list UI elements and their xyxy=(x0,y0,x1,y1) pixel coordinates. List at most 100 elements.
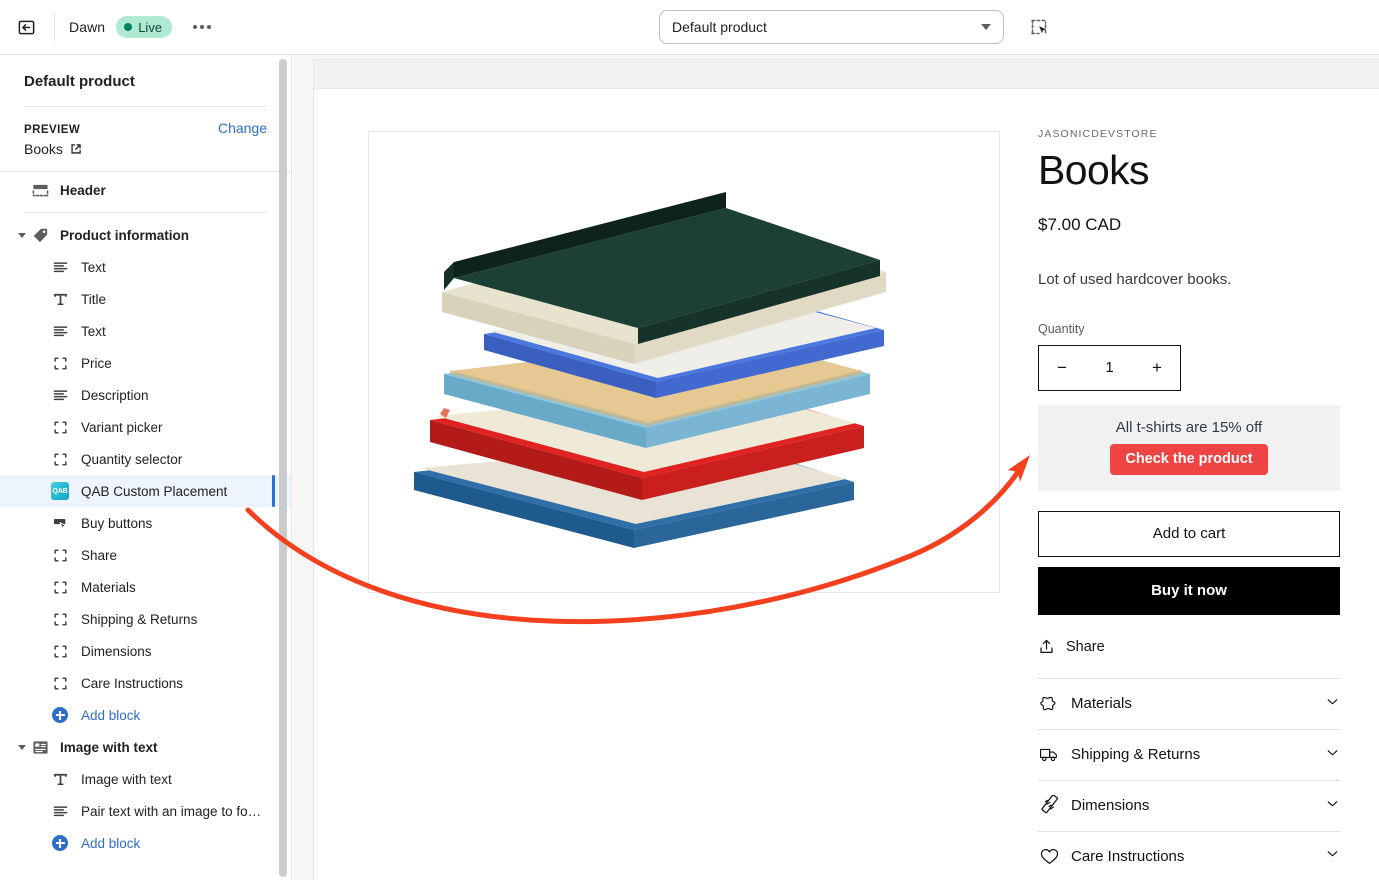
sidebar-block-label: Description xyxy=(81,387,149,403)
sidebar-section-label: Image with text xyxy=(60,739,158,755)
inspector-tool-button[interactable] xyxy=(1022,10,1056,44)
plus-circle-icon xyxy=(52,707,68,723)
accordion-materials[interactable]: Materials xyxy=(1038,677,1340,729)
quantity-stepper[interactable]: − 1 + xyxy=(1038,344,1181,391)
add-block-label: Add block xyxy=(81,707,141,723)
qab-app-icon: QAB xyxy=(51,482,69,500)
sidebar-block-label: Text xyxy=(81,323,106,339)
sidebar-block-variant-picker[interactable]: Variant picker xyxy=(0,411,291,443)
collapse-triangle-icon[interactable] xyxy=(14,232,30,238)
text-lines-icon xyxy=(50,257,70,277)
preview-product-link[interactable]: Books xyxy=(24,141,267,157)
text-t-icon xyxy=(50,289,70,309)
collapse-triangle-icon[interactable] xyxy=(14,744,30,750)
accordion-care-instructions[interactable]: Care Instructions xyxy=(1038,830,1340,880)
product-media[interactable] xyxy=(368,131,1000,593)
sidebar-block-label: QAB Custom Placement xyxy=(81,483,228,499)
brackets-icon xyxy=(50,449,70,469)
promo-banner: All t-shirts are 15% off Check the produ… xyxy=(1038,404,1340,491)
add-block-icon xyxy=(50,833,70,853)
product-title: Books xyxy=(1038,147,1150,193)
sidebar-section-header[interactable]: Header xyxy=(0,174,291,206)
buy-it-now-button[interactable]: Buy it now xyxy=(1038,566,1340,615)
sidebar-block-title[interactable]: Title xyxy=(0,283,291,315)
sidebar-block-share[interactable]: Share xyxy=(0,539,291,571)
brackets-icon xyxy=(50,577,70,597)
brackets-icon xyxy=(50,545,70,565)
preview-header-strip xyxy=(314,60,1379,89)
back-arrow-icon xyxy=(18,20,34,34)
change-preview-link[interactable]: Change xyxy=(218,120,267,136)
preview-canvas-area: JASONICDEVSTORE Books $7.00 CAD Lot of u… xyxy=(293,55,1379,880)
stack-of-hardcover-books-image xyxy=(414,192,886,548)
sidebar-block-label: Dimensions xyxy=(81,643,152,659)
chevron-down-icon xyxy=(981,24,991,30)
accordion-shipping-returns[interactable]: Shipping & Returns xyxy=(1038,728,1340,780)
sidebar-block-label: Materials xyxy=(81,579,136,595)
accordion-dimensions[interactable]: Dimensions xyxy=(1038,779,1340,831)
ellipsis-icon xyxy=(193,25,198,29)
brackets-icon xyxy=(50,353,70,373)
quantity-decrement-button[interactable]: − xyxy=(1039,346,1085,390)
sidebar-block-description[interactable]: Description xyxy=(0,379,291,411)
sidebar-section-image-with-text[interactable]: Image with text xyxy=(0,731,291,763)
status-badge: Live xyxy=(116,16,173,38)
sidebar-block-qab-custom-placement[interactable]: QAB QAB Custom Placement xyxy=(0,475,291,507)
chevron-down-icon xyxy=(1325,745,1340,765)
inspector-select-icon xyxy=(1031,19,1047,35)
ellipsis-icon xyxy=(207,25,212,29)
share-label: Share xyxy=(1066,638,1105,655)
accordion-label: Care Instructions xyxy=(1071,847,1185,865)
sidebar-block-image-with-text[interactable]: Image with text xyxy=(0,763,291,795)
ruler-icon xyxy=(1038,795,1060,816)
sidebar-block-pair-text-with-an-image-to-fo-[interactable]: Pair text with an image to fo… xyxy=(0,795,291,827)
quantity-value[interactable]: 1 xyxy=(1085,359,1134,376)
more-options-button[interactable] xyxy=(186,12,218,42)
sidebar-panel-title: Default product xyxy=(24,73,135,90)
sidebar-block-text[interactable]: Text xyxy=(0,251,291,283)
share-upload-icon xyxy=(1040,639,1053,654)
sidebar-block-shipping-returns[interactable]: Shipping & Returns xyxy=(0,603,291,635)
sidebar-block-label: Quantity selector xyxy=(81,451,183,467)
sidebar-block-label: Price xyxy=(81,355,112,371)
sidebar-section-product-information[interactable]: Product information xyxy=(0,219,291,251)
sidebar-block-care-instructions[interactable]: Care Instructions xyxy=(0,667,291,699)
template-selector[interactable]: Default product xyxy=(659,10,1004,44)
product-vendor: JASONICDEVSTORE xyxy=(1038,128,1158,140)
add-block-button[interactable]: Add block xyxy=(0,827,291,859)
sidebar-divider xyxy=(24,212,267,213)
quantity-increment-button[interactable]: + xyxy=(1134,346,1180,390)
toolbar-divider xyxy=(54,13,55,41)
sidebar-block-quantity-selector[interactable]: Quantity selector xyxy=(0,443,291,475)
sidebar-scrollbar[interactable] xyxy=(279,59,287,877)
sidebar-block-label: Text xyxy=(81,259,106,275)
sidebar-block-dimensions[interactable]: Dimensions xyxy=(0,635,291,667)
sidebar-block-text[interactable]: Text xyxy=(0,315,291,347)
sidebar-block-materials[interactable]: Materials xyxy=(0,571,291,603)
sidebar-block-price[interactable]: Price xyxy=(0,347,291,379)
text-lines-icon xyxy=(50,321,70,341)
status-badge-label: Live xyxy=(138,19,163,35)
theme-name: Dawn xyxy=(69,19,106,35)
add-block-icon xyxy=(50,705,70,725)
exit-editor-button[interactable] xyxy=(6,10,46,44)
sidebar-block-buy-buttons[interactable]: Buy buttons xyxy=(0,507,291,539)
sidebar-block-label: Shipping & Returns xyxy=(81,611,198,627)
add-block-button[interactable]: Add block xyxy=(0,699,291,731)
accordion-label: Dimensions xyxy=(1071,797,1150,815)
share-button[interactable]: Share xyxy=(1038,637,1340,657)
accordion-label: Shipping & Returns xyxy=(1071,746,1201,764)
product-price: $7.00 CAD xyxy=(1038,215,1122,235)
brackets-icon xyxy=(50,417,70,437)
external-link-icon xyxy=(71,144,81,154)
chevron-down-icon xyxy=(1325,796,1340,816)
text-lines-icon xyxy=(50,801,70,821)
sidebar-block-label: Title xyxy=(81,291,107,307)
sidebar-section-label: Header xyxy=(60,182,106,198)
check-the-product-button[interactable]: Check the product xyxy=(1110,443,1268,475)
add-to-cart-button[interactable]: Add to cart xyxy=(1038,510,1340,557)
chevron-down-icon xyxy=(1325,846,1340,866)
truck-icon xyxy=(1038,744,1060,765)
sidebar-block-label: Pair text with an image to fo… xyxy=(81,803,262,819)
template-selector-label: Default product xyxy=(672,19,767,35)
